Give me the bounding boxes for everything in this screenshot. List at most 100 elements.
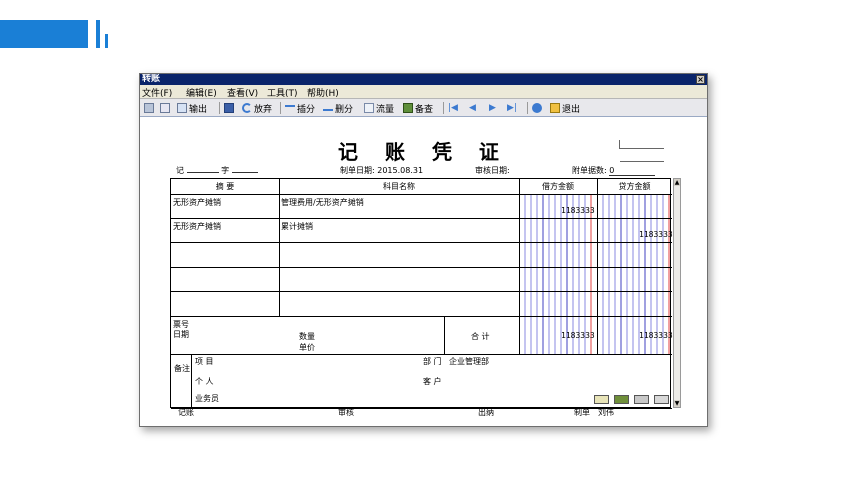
voucher-number-value[interactable]: [231, 172, 258, 173]
row1-debit[interactable]: 1183333: [561, 206, 595, 215]
department-value[interactable]: 企业管理部: [449, 356, 489, 367]
project-label: 项 目: [195, 357, 214, 366]
date-value[interactable]: 2015.08.31: [377, 166, 423, 175]
slide-accent-line-short: [105, 34, 108, 48]
attachments-label: 附单据数:: [572, 166, 607, 175]
voucher-window: 转账 × 文件(F) 编辑(E) 查看(V) 工具(T) 帮助(H) 输出 放弃: [139, 73, 708, 427]
audit-date: 审核日期:: [475, 165, 510, 176]
ticket-date-label: 日期: [173, 330, 189, 339]
close-icon[interactable]: ×: [696, 75, 705, 84]
quantity-column-line: [444, 316, 445, 354]
last-button[interactable]: ▶|: [507, 102, 517, 114]
save-button[interactable]: [224, 102, 236, 114]
voucher-number-mark: [619, 140, 620, 149]
voucher-number-field[interactable]: [186, 172, 219, 173]
salesperson-label: 业务员: [195, 394, 219, 403]
date-label: 制单日期:: [340, 166, 375, 175]
notes-bottom-line: [171, 408, 672, 409]
check-button[interactable]: 备查: [403, 102, 434, 115]
toolbar-separator: [443, 102, 444, 114]
scroll-up-icon[interactable]: ▲: [674, 179, 680, 186]
exit-icon: [550, 103, 560, 113]
toolbar-separator: [527, 102, 528, 114]
notes-column-line: [191, 354, 192, 408]
delete-row-button[interactable]: 删分: [323, 102, 354, 115]
preview-icon: [160, 103, 170, 113]
maker-name: 刘伟: [598, 408, 614, 417]
notes-label: 备注: [174, 364, 190, 373]
voucher-type-label: 记: [176, 166, 184, 175]
voucher-entry-table: 摘 要 科目名称 借方金额 贷方金额 无形资产摊销 管理费用/无形资产摊销 11…: [170, 178, 673, 409]
note-button-4[interactable]: [654, 395, 669, 404]
debit-column-line: [597, 179, 598, 354]
debit-header: 借方金额: [542, 182, 574, 191]
window-title: 转账: [142, 74, 161, 84]
voucher-number-line: [620, 161, 664, 162]
auditor-label: 审核: [338, 408, 354, 417]
row2-credit[interactable]: 1183333: [639, 230, 673, 239]
check-icon: [403, 103, 413, 113]
insert-row-icon: [285, 105, 295, 111]
note-button-2[interactable]: [614, 395, 629, 404]
insert-row-button[interactable]: 插分: [285, 102, 316, 115]
voucher-number-line: [620, 148, 664, 149]
total-debit: 1183333: [561, 331, 595, 340]
output-button[interactable]: 输出: [177, 102, 208, 115]
save-icon: [224, 103, 234, 113]
attachments-value[interactable]: 0: [609, 166, 656, 176]
window-titlebar: 转账 ×: [140, 74, 707, 85]
note-button-1[interactable]: [594, 395, 609, 404]
total-label: 合 计: [471, 332, 490, 341]
maker-label: 制单: [574, 408, 590, 417]
exit-label: 退出: [562, 104, 581, 115]
output-label: 输出: [189, 104, 208, 115]
abandon-button[interactable]: 放弃: [242, 102, 273, 115]
vertical-scrollbar[interactable]: ▲ ▼: [673, 178, 681, 408]
first-icon: |◀: [448, 103, 458, 113]
last-icon: ▶|: [507, 103, 517, 113]
next-button[interactable]: ▶: [489, 102, 496, 114]
delete-row-label: 删分: [335, 104, 354, 115]
first-button[interactable]: |◀: [448, 102, 458, 114]
abandon-label: 放弃: [254, 104, 273, 115]
exit-button[interactable]: 退出: [550, 102, 581, 115]
slide-accent-bar: [0, 20, 88, 48]
note-button-3[interactable]: [634, 395, 649, 404]
voucher-type: 记 字: [176, 165, 258, 176]
row1-account[interactable]: 管理费用/无形资产摊销: [281, 197, 364, 208]
help-button[interactable]: [532, 102, 544, 114]
voucher-date: 制单日期: 2015.08.31: [340, 165, 423, 176]
account-header: 科目名称: [383, 182, 415, 191]
department-label: 部 门: [423, 357, 442, 366]
toolbar-separator: [219, 102, 220, 114]
output-icon: [177, 103, 187, 113]
total-credit: 1183333: [639, 331, 673, 340]
check-label: 备查: [415, 104, 434, 115]
preview-button[interactable]: [160, 102, 172, 114]
row2-account[interactable]: 累计摊销: [281, 221, 313, 232]
flow-label: 流量: [376, 104, 395, 115]
bookkeeper-label: 记账: [178, 408, 194, 417]
audit-date-label: 审核日期:: [475, 166, 510, 175]
toolbar: 输出 放弃 插分 删分 流量 备查 |◀ ◀ ▶ ▶| 退出: [140, 98, 707, 117]
help-icon: [532, 103, 542, 113]
customer-label: 客 户: [423, 377, 442, 386]
next-icon: ▶: [489, 103, 496, 113]
row2-summary[interactable]: 无形资产摊销: [173, 221, 221, 232]
row1-summary[interactable]: 无形资产摊销: [173, 197, 221, 208]
insert-row-label: 插分: [297, 104, 316, 115]
print-icon: [144, 103, 154, 113]
person-label: 个 人: [195, 377, 214, 386]
voucher-number-label: 字: [221, 166, 230, 175]
account-column-line: [519, 179, 520, 354]
scroll-down-icon[interactable]: ▼: [674, 400, 680, 407]
quantity-label: 数量: [299, 332, 315, 341]
total-row-line: [171, 354, 672, 355]
flow-button[interactable]: 流量: [364, 102, 395, 115]
price-label: 单价: [299, 343, 315, 352]
print-button[interactable]: [144, 102, 156, 114]
summary-column-line: [279, 179, 280, 316]
prev-button[interactable]: ◀: [469, 102, 476, 114]
slide-accent-line: [96, 20, 100, 48]
prev-icon: ◀: [469, 103, 476, 113]
